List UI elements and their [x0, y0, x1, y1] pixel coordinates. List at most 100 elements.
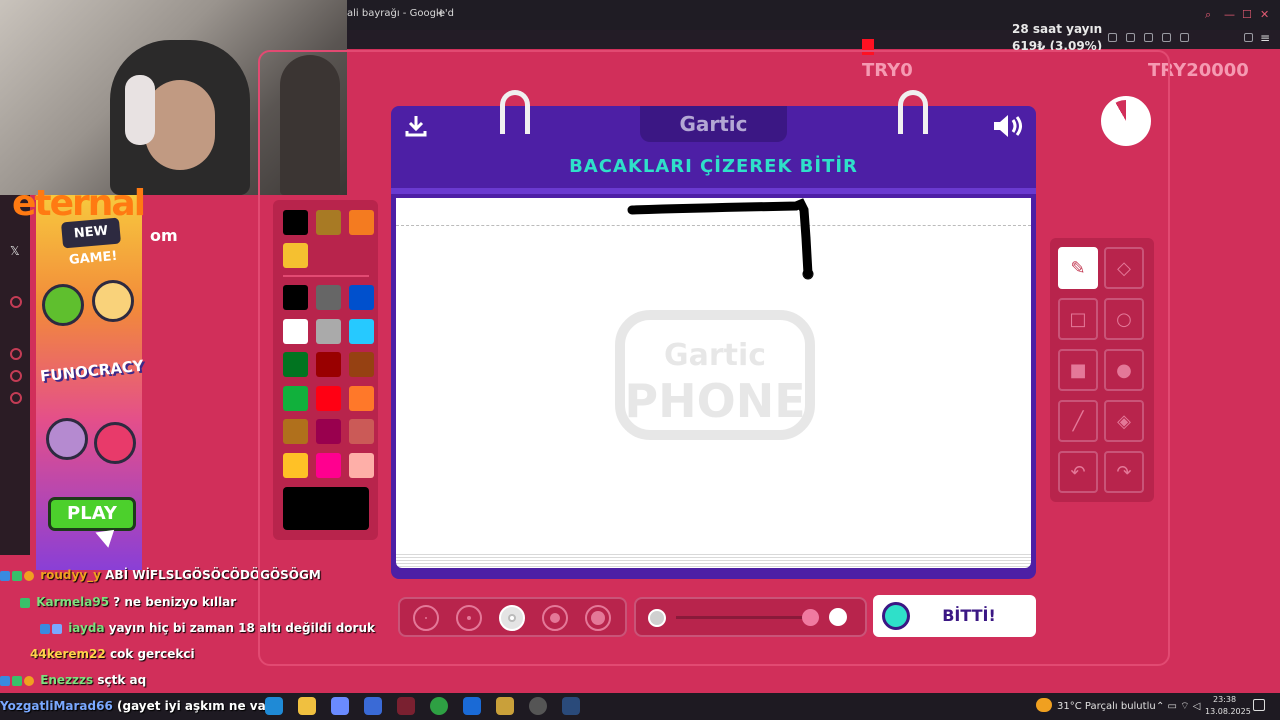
copilot-icon[interactable]: [331, 697, 349, 715]
app-icon[interactable]: [397, 697, 415, 715]
chat-message: Enezzzs sçtk aq: [0, 673, 146, 687]
rectangle-fill-icon[interactable]: ■: [1058, 349, 1098, 391]
pencil-icon[interactable]: ✎: [1058, 247, 1098, 289]
brush-size-option[interactable]: [456, 605, 482, 631]
chat-username[interactable]: 44kerem22: [30, 647, 106, 661]
clock-date[interactable]: 13.08.2025: [1205, 707, 1251, 716]
steam-icon[interactable]: [562, 697, 580, 715]
color-swatch[interactable]: [283, 385, 308, 411]
opacity-low-icon: [648, 609, 666, 627]
circle-fill-icon[interactable]: ●: [1104, 349, 1144, 391]
color-swatch[interactable]: [316, 452, 341, 478]
webcam-face: [145, 80, 215, 170]
color-swatch[interactable]: [283, 352, 308, 377]
color-swatch[interactable]: [316, 210, 341, 235]
color-swatch[interactable]: [283, 419, 308, 444]
store-icon[interactable]: [364, 697, 382, 715]
color-swatch[interactable]: [283, 243, 308, 268]
menu-icon[interactable]: ≡: [1260, 31, 1270, 45]
done-button[interactable]: BİTTİ!: [873, 595, 1036, 637]
tray-icons[interactable]: ⌃ ▭ ⌔ ◁: [1156, 700, 1200, 713]
eraser-icon[interactable]: ◇: [1104, 247, 1144, 289]
color-swatch[interactable]: [283, 210, 308, 235]
chat-username[interactable]: Enezzzs: [40, 673, 93, 687]
brush-size-option-selected[interactable]: [499, 605, 525, 631]
color-swatch[interactable]: [316, 352, 341, 377]
record-icon[interactable]: [10, 296, 22, 308]
clock-time[interactable]: 23:38: [1213, 695, 1236, 704]
download-icon[interactable]: [1244, 33, 1253, 42]
chat-username[interactable]: iayda: [68, 621, 104, 635]
x-social-icon[interactable]: 𝕏: [10, 244, 20, 258]
chat-message: Karmela95 ? ne benizyo kıllar: [20, 595, 236, 609]
brush-size-option[interactable]: [413, 605, 439, 631]
chat-message: 44kerem22 cok gercekci: [30, 647, 195, 661]
color-swatch[interactable]: [283, 318, 308, 344]
extension-icon[interactable]: [1162, 33, 1171, 42]
opacity-slider-handle[interactable]: [802, 609, 819, 626]
extension-icon[interactable]: [1126, 33, 1135, 42]
notifications-icon[interactable]: [1253, 699, 1265, 711]
ad-play-button[interactable]: PLAY: [48, 497, 136, 531]
palette-divider: [283, 275, 369, 277]
color-swatch[interactable]: [349, 352, 374, 377]
weather-text[interactable]: 31°C Parçalı bulutlu: [1057, 701, 1156, 712]
app-icon[interactable]: [496, 697, 514, 715]
badge-icon: [0, 570, 10, 581]
color-swatch[interactable]: [316, 419, 341, 444]
edge-icon[interactable]: [265, 697, 283, 715]
color-swatch[interactable]: [349, 318, 374, 344]
chat-username[interactable]: YozgatliMarad66: [0, 699, 113, 713]
color-swatch[interactable]: [283, 285, 308, 310]
color-swatch[interactable]: [349, 419, 374, 444]
brush-size-option[interactable]: [542, 605, 568, 631]
color-swatch[interactable]: [349, 285, 374, 310]
file-explorer-icon[interactable]: [298, 697, 316, 715]
new-tab-button[interactable]: +: [436, 6, 446, 20]
settings-icon[interactable]: [10, 392, 22, 404]
fill-bucket-icon[interactable]: ◈: [1104, 400, 1144, 442]
line-icon[interactable]: ╱: [1058, 400, 1098, 442]
color-swatch[interactable]: [316, 318, 341, 344]
check-icon: [882, 602, 910, 630]
color-swatch[interactable]: [349, 385, 374, 411]
maximize-icon[interactable]: ☐: [1242, 8, 1252, 21]
color-swatch[interactable]: [283, 452, 308, 478]
extension-icon[interactable]: [1108, 33, 1117, 42]
obs-icon[interactable]: [529, 697, 547, 715]
favorite-icon[interactable]: [1180, 33, 1189, 42]
circle-outline-icon[interactable]: ○: [1104, 298, 1144, 340]
gartic-logo: Gartic: [679, 112, 748, 136]
headphones: [125, 75, 155, 145]
clock-icon[interactable]: [10, 348, 22, 360]
redo-icon[interactable]: ↷: [1104, 451, 1144, 493]
rectangle-outline-icon[interactable]: □: [1058, 298, 1098, 340]
minimize-icon[interactable]: —: [1224, 8, 1235, 21]
badge-icon: [20, 597, 30, 608]
chat-icon[interactable]: [10, 370, 22, 382]
brush-size-option[interactable]: [585, 605, 611, 631]
chrome-icon[interactable]: [430, 697, 448, 715]
chat-username[interactable]: Karmela95: [36, 595, 109, 609]
speaker-icon[interactable]: [992, 113, 1026, 143]
color-swatch[interactable]: [349, 452, 374, 478]
color-swatch[interactable]: [316, 285, 341, 310]
search-icon[interactable]: ⌕: [1205, 8, 1211, 22]
close-icon[interactable]: ✕: [1260, 8, 1269, 21]
brand-suffix: om: [150, 226, 178, 245]
color-swatch[interactable]: [349, 210, 374, 235]
color-swatch[interactable]: [316, 385, 341, 411]
badge-icon: [0, 675, 10, 686]
brand-logo: eternal: [12, 183, 146, 224]
character-face-icon: [46, 418, 88, 460]
opacity-slider-track[interactable]: [676, 616, 810, 619]
current-color-preview: [283, 487, 369, 530]
undo-icon[interactable]: ↶: [1058, 451, 1098, 493]
download-icon[interactable]: [404, 114, 428, 142]
chat-text: (gayet iyi aşkım ne var): [117, 699, 278, 713]
extension-icon[interactable]: [1144, 33, 1153, 42]
outlook-icon[interactable]: [463, 697, 481, 715]
chat-username[interactable]: roudyy_y: [40, 568, 101, 582]
badge-icon: [12, 675, 22, 686]
badge-icon: [24, 570, 34, 581]
